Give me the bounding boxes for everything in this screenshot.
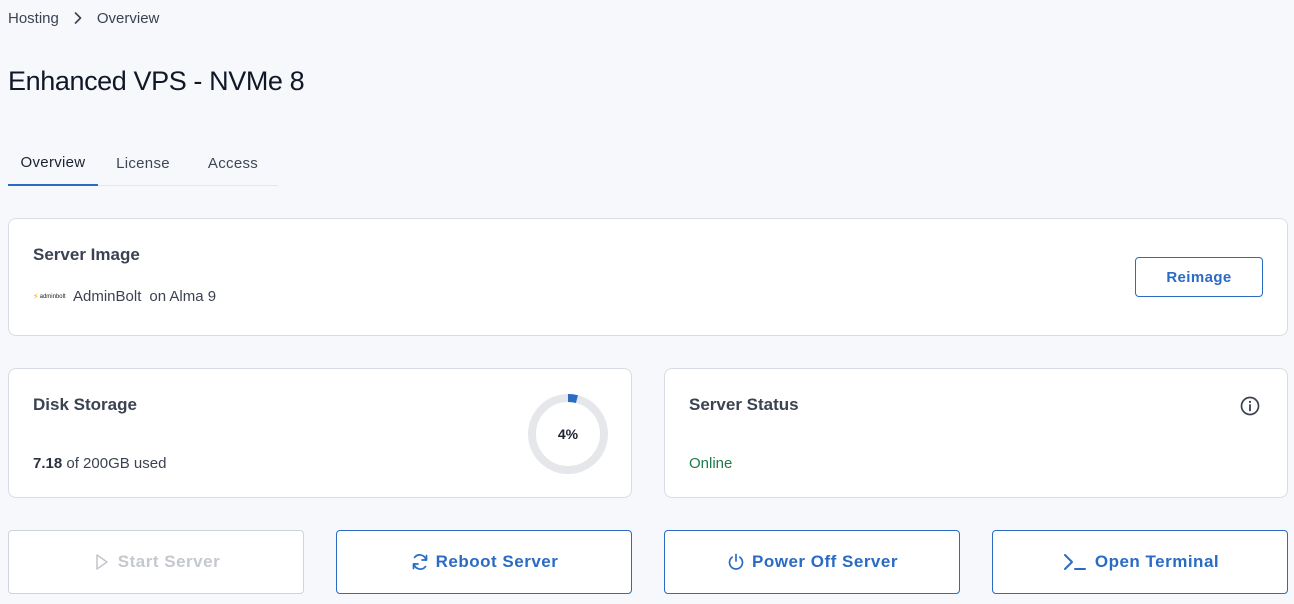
terminal-icon <box>1061 552 1089 572</box>
server-status-value: Online <box>689 455 733 472</box>
disk-usage-percent: 4% <box>557 426 579 442</box>
server-image-card: Server Image ⚡ adminbolt AdminBolt on Alm… <box>8 218 1288 336</box>
disk-total-text: of 200GB used <box>66 455 167 472</box>
disk-used-value: 7.18 <box>33 455 63 472</box>
tab-overview[interactable]: Overview <box>8 140 98 186</box>
power-off-server-label: Power Off Server <box>752 552 898 571</box>
reboot-server-button[interactable]: Reboot Server <box>336 530 632 594</box>
server-status-card: Server Status Online <box>664 368 1288 498</box>
start-server-button[interactable]: Start Server <box>8 530 304 594</box>
reboot-server-label: Reboot Server <box>435 552 559 571</box>
server-image-info: ⚡ adminbolt AdminBolt on Alma 9 <box>33 288 216 305</box>
image-os: on Alma 9 <box>149 288 217 305</box>
open-terminal-button[interactable]: Open Terminal <box>992 530 1288 594</box>
start-server-label: Start Server <box>117 552 221 571</box>
disk-storage-title: Disk Storage <box>33 395 137 414</box>
breadcrumb-current: Overview <box>96 9 160 27</box>
adminbolt-logo: ⚡ adminbolt <box>33 292 66 301</box>
power-off-server-button[interactable]: Power Off Server <box>664 530 960 594</box>
chevron-right-icon <box>59 12 97 24</box>
play-icon <box>92 552 112 572</box>
power-icon <box>726 552 746 572</box>
page-title: Enhanced VPS - NVMe 8 <box>8 66 305 96</box>
tab-bar: Overview License Access <box>8 140 278 186</box>
server-status-title: Server Status <box>689 395 799 414</box>
breadcrumb-hosting-link[interactable]: Hosting <box>8 10 59 27</box>
refresh-icon <box>410 552 430 572</box>
disk-storage-card: Disk Storage 7.18 of 200GB used 4% <box>8 368 632 498</box>
server-image-title: Server Image <box>33 245 140 264</box>
tab-access[interactable]: Access <box>188 140 278 186</box>
disk-usage-text: 7.18 of 200GB used <box>33 455 166 472</box>
breadcrumb: Hosting Overview <box>8 9 159 27</box>
tab-license[interactable]: License <box>98 140 188 186</box>
open-terminal-label: Open Terminal <box>1094 552 1220 571</box>
vps-overview-page: Hosting Overview Enhanced VPS - NVMe 8 O… <box>0 0 1294 604</box>
reimage-button[interactable]: Reimage <box>1135 257 1263 297</box>
info-circle-icon[interactable] <box>1239 395 1261 417</box>
image-name: AdminBolt <box>73 288 142 305</box>
